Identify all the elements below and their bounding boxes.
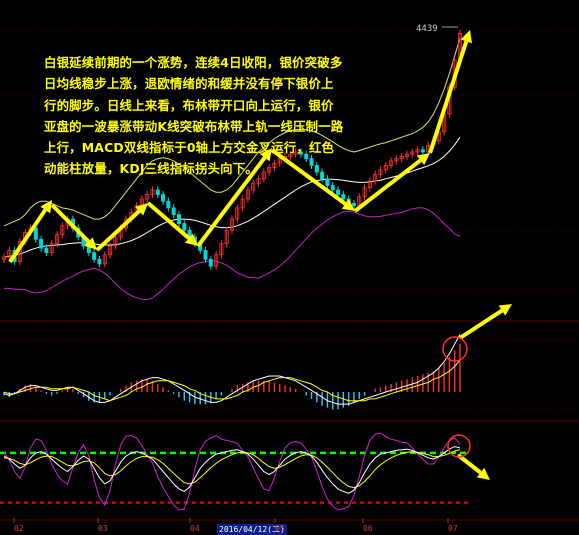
candle-body	[44, 247, 49, 254]
macd-dea-line	[3, 359, 461, 402]
candle-body	[330, 185, 335, 191]
candle-body	[171, 207, 176, 216]
kdj-j-line	[3, 432, 461, 511]
x-label: 07	[448, 524, 458, 533]
candle-body	[39, 238, 44, 249]
candle-body	[33, 227, 38, 240]
x-label: 06	[363, 524, 373, 533]
candle-body	[92, 252, 97, 260]
x-label: 04	[190, 524, 200, 533]
candle-body	[161, 194, 166, 202]
candle-body	[176, 214, 181, 224]
candle-body	[336, 189, 341, 195]
candle-body	[203, 249, 208, 260]
price-high-label: 4439	[416, 24, 438, 34]
candle-body	[420, 149, 425, 153]
x-label: 02	[14, 524, 24, 533]
analysis-annotation: 白银延续前期的一个涨势，连续4日收阳，银价突破多日均线稳步上涨，退欧情绪的和缓并…	[44, 55, 344, 177]
candle-body	[155, 189, 160, 195]
x-label: 03	[98, 524, 108, 533]
candle-body	[166, 200, 171, 209]
trend-arrow	[456, 453, 490, 480]
candle-body	[208, 258, 213, 267]
highlight-circle	[447, 434, 471, 458]
candle-body	[351, 203, 356, 207]
trend-arrow	[428, 30, 472, 154]
candle-body	[341, 194, 346, 200]
candle-body	[97, 258, 102, 265]
candle-body	[325, 178, 330, 186]
x-label: 05	[275, 524, 285, 533]
candle-body	[182, 223, 187, 231]
